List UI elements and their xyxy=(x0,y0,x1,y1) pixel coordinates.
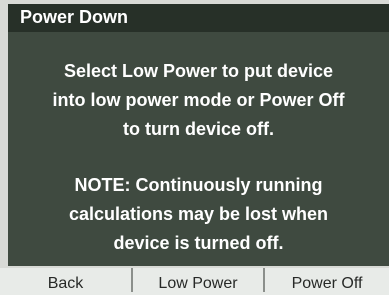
warning-note: NOTE: Continuously running calculations … xyxy=(8,171,389,258)
instruction-line: to turn device off. xyxy=(122,119,274,139)
instruction-message: Select Low Power to put device into low … xyxy=(8,57,389,144)
note-line: calculations may be lost when xyxy=(68,204,329,224)
back-button[interactable]: Back xyxy=(0,268,131,295)
instruction-line: Select Low Power to put device xyxy=(63,61,334,81)
power-off-button[interactable]: Power Off xyxy=(265,268,389,295)
page-title: Power Down xyxy=(20,7,129,27)
title-bar: Power Down xyxy=(8,4,389,32)
low-power-button[interactable]: Low Power xyxy=(133,268,263,295)
note-line: device is turned off. xyxy=(113,233,284,253)
instruction-line: into low power mode or Power Off xyxy=(52,90,345,110)
softkey-bar: Back Low Power Power Off xyxy=(0,268,389,295)
device-display: Power Down Select Low Power to put devic… xyxy=(0,0,389,295)
power-down-screen: Power Down Select Low Power to put devic… xyxy=(8,4,389,266)
note-line: NOTE: Continuously running xyxy=(74,175,323,195)
